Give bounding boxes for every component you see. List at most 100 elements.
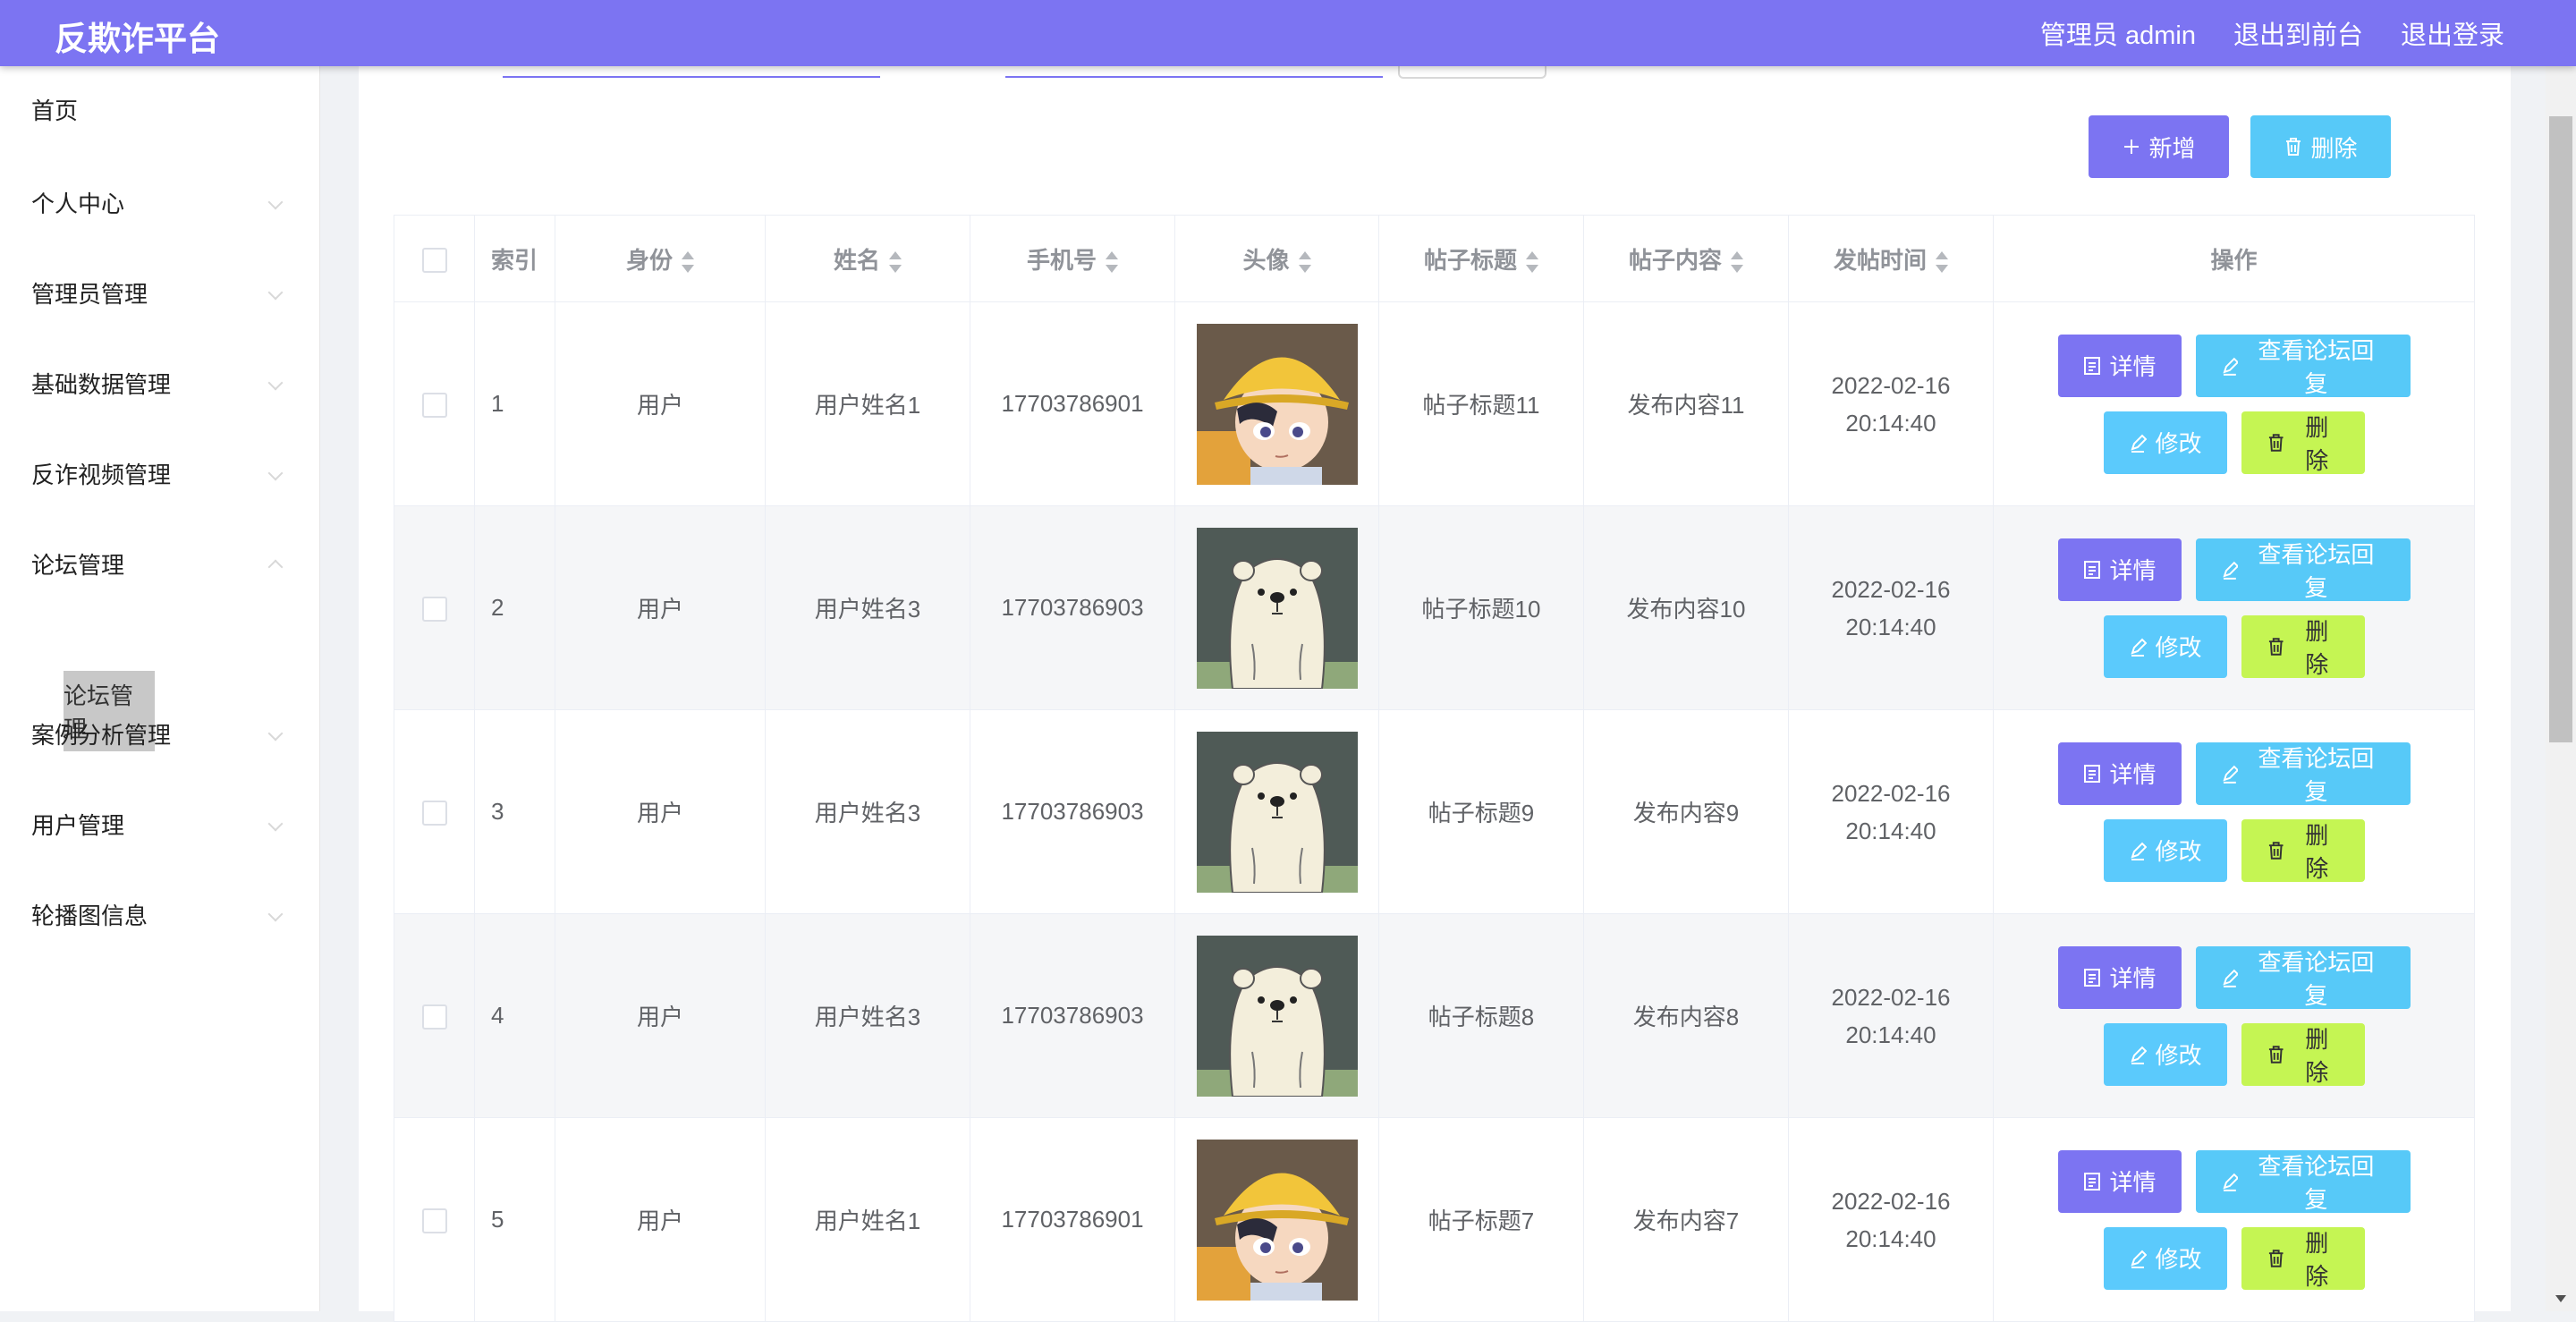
row-content: 发布内容10 xyxy=(1583,505,1789,710)
row-checkbox[interactable] xyxy=(421,393,447,419)
sidebar-item-label: 用户管理 xyxy=(31,811,125,839)
view-replies-button[interactable]: 查看论坛回复 xyxy=(2195,1149,2411,1213)
sidebar-item-forum[interactable]: 论坛管理 xyxy=(0,537,319,590)
batch-delete-button[interactable]: 删除 xyxy=(2250,115,2391,178)
col-label: 姓名 xyxy=(833,246,880,274)
view-replies-label: 查看论坛回复 xyxy=(2258,1152,2375,1213)
search-input-underline-2[interactable] xyxy=(1005,76,1383,78)
row-title: 帖子标题8 xyxy=(1378,913,1584,1118)
row-checkbox[interactable] xyxy=(421,597,447,623)
document-icon xyxy=(2083,764,2100,783)
sidebar-item-label: 首页 xyxy=(31,97,79,124)
sort-icon[interactable] xyxy=(1298,250,1311,273)
add-button[interactable]: 新增 xyxy=(2089,115,2229,178)
scroll-down-arrow-icon[interactable] xyxy=(2555,1295,2566,1302)
scrollbar[interactable] xyxy=(2546,66,2576,1311)
document-icon xyxy=(2083,968,2100,987)
logout-link[interactable]: 退出登录 xyxy=(2401,14,2504,52)
edit-label: 修改 xyxy=(2155,1042,2202,1069)
row-avatar-cell xyxy=(1174,505,1379,710)
sidebar: 首页 个人中心 管理员管理 基础数据管理 反诈视频管理 论坛管理 论坛管理 案例… xyxy=(0,66,320,1311)
row-phone: 17703786901 xyxy=(970,301,1175,506)
trash-icon xyxy=(2268,1045,2283,1064)
edit-label: 修改 xyxy=(2155,430,2202,457)
edit-label: 修改 xyxy=(2155,1246,2202,1273)
delete-button[interactable]: 删除 xyxy=(2241,1022,2365,1086)
row-time-cell: 2022-02-16 20:14:40 xyxy=(1788,301,1994,506)
delete-button[interactable]: 删除 xyxy=(2241,818,2365,882)
row-checkbox[interactable] xyxy=(421,801,447,826)
detail-button[interactable]: 详情 xyxy=(2057,945,2182,1009)
sidebar-item-personal[interactable]: 个人中心 xyxy=(0,175,319,229)
sidebar-item-basic-data[interactable]: 基础数据管理 xyxy=(0,356,319,410)
search-button[interactable] xyxy=(1398,66,1546,79)
sort-icon[interactable] xyxy=(682,250,694,273)
row-checkbox[interactable] xyxy=(421,1208,447,1234)
search-input-underline-1[interactable] xyxy=(503,76,880,78)
row-role: 用户 xyxy=(555,913,766,1118)
boy-icon xyxy=(1196,323,1358,485)
delete-button[interactable]: 删除 xyxy=(2241,411,2365,474)
avatar xyxy=(1196,1139,1358,1301)
sidebar-item-admin[interactable]: 管理员管理 xyxy=(0,266,319,319)
sidebar-item-video[interactable]: 反诈视频管理 xyxy=(0,446,319,500)
col-title[interactable]: 帖子标题 xyxy=(1378,215,1584,302)
delete-label: 删除 xyxy=(2305,1025,2329,1086)
row-actions-cell: 详情 查看论坛回复 修改 删除 xyxy=(1993,913,2475,1118)
view-replies-button[interactable]: 查看论坛回复 xyxy=(2195,945,2411,1009)
edit-button[interactable]: 修改 xyxy=(2103,1226,2227,1290)
col-label: 发帖时间 xyxy=(1833,246,1927,274)
sort-icon[interactable] xyxy=(889,250,902,273)
sidebar-item-case-analysis[interactable]: 案例分析管理 xyxy=(0,707,319,760)
row-checkbox[interactable] xyxy=(421,1004,447,1030)
sort-icon[interactable] xyxy=(1731,250,1743,273)
document-icon xyxy=(2083,1172,2100,1191)
row-role: 用户 xyxy=(555,301,766,506)
delete-button[interactable]: 删除 xyxy=(2241,1226,2365,1290)
pencil-icon xyxy=(2222,1173,2239,1191)
row-time-cell: 2022-02-16 20:14:40 xyxy=(1788,1117,1994,1322)
detail-button[interactable]: 详情 xyxy=(2057,1149,2182,1213)
row-phone: 17703786903 xyxy=(970,505,1175,710)
row-time-cell: 2022-02-16 20:14:40 xyxy=(1788,913,1994,1118)
detail-button[interactable]: 详情 xyxy=(2057,334,2182,397)
col-content[interactable]: 帖子内容 xyxy=(1583,215,1789,302)
col-time[interactable]: 发帖时间 xyxy=(1788,215,1994,302)
edit-button[interactable]: 修改 xyxy=(2103,818,2227,882)
sort-icon[interactable] xyxy=(1936,250,1948,273)
view-replies-button[interactable]: 查看论坛回复 xyxy=(2195,538,2411,601)
sidebar-item-label: 论坛管理 xyxy=(31,551,125,579)
sidebar-item-users[interactable]: 用户管理 xyxy=(0,797,319,851)
bear-icon xyxy=(1196,527,1358,689)
view-replies-label: 查看论坛回复 xyxy=(2258,744,2375,805)
pencil-icon xyxy=(2222,561,2239,580)
scrollbar-thumb[interactable] xyxy=(2549,116,2572,742)
sidebar-item-home[interactable]: 首页 xyxy=(0,82,319,136)
sidebar-item-label: 管理员管理 xyxy=(31,280,148,308)
edit-button[interactable]: 修改 xyxy=(2103,614,2227,678)
col-phone[interactable]: 手机号 xyxy=(970,215,1175,302)
detail-label: 详情 xyxy=(2109,353,2157,380)
delete-button[interactable]: 删除 xyxy=(2241,614,2365,678)
table-row: 5 用户 用户姓名1 17703786901 帖子标题7 发布内容7 2022-… xyxy=(394,1117,2475,1322)
detail-button[interactable]: 详情 xyxy=(2057,742,2182,805)
pencil-icon xyxy=(2130,1046,2147,1064)
col-name[interactable]: 姓名 xyxy=(765,215,970,302)
sidebar-item-carousel[interactable]: 轮播图信息 xyxy=(0,887,319,941)
col-role[interactable]: 身份 xyxy=(555,215,766,302)
view-replies-button[interactable]: 查看论坛回复 xyxy=(2195,742,2411,805)
select-all-checkbox[interactable] xyxy=(421,247,447,273)
detail-button[interactable]: 详情 xyxy=(2057,538,2182,601)
row-content: 发布内容7 xyxy=(1583,1117,1789,1322)
row-actions-cell: 详情 查看论坛回复 修改 删除 xyxy=(1993,505,2475,710)
row-select-cell xyxy=(394,1117,475,1322)
plus-icon xyxy=(2124,140,2140,154)
edit-button[interactable]: 修改 xyxy=(2103,1022,2227,1086)
to-front-link[interactable]: 退出到前台 xyxy=(2233,14,2363,52)
col-avatar[interactable]: 头像 xyxy=(1174,215,1379,302)
pencil-icon xyxy=(2222,357,2239,376)
view-replies-button[interactable]: 查看论坛回复 xyxy=(2195,334,2411,397)
sort-icon[interactable] xyxy=(1106,250,1118,273)
edit-button[interactable]: 修改 xyxy=(2103,411,2227,474)
sort-icon[interactable] xyxy=(1526,250,1538,273)
